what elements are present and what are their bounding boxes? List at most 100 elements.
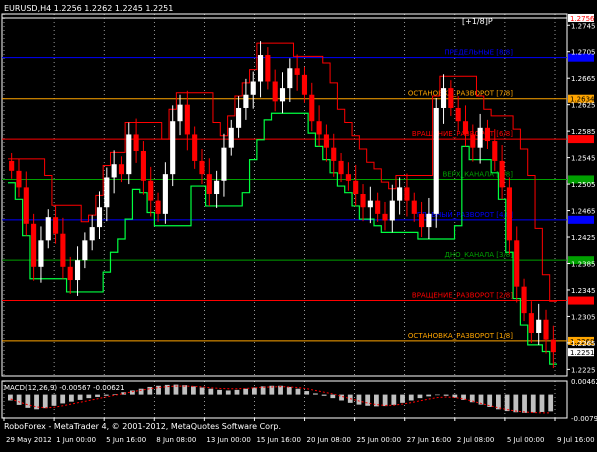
bear-candle [455, 107, 461, 122]
bear-candle [375, 200, 381, 214]
bear-candle [9, 160, 15, 171]
macd-bar [138, 388, 144, 395]
macd-bar [86, 394, 92, 399]
y-tick-label: 1.2465 [571, 208, 596, 216]
x-tick-label: 20 Jun 08:00 [307, 436, 351, 444]
y-tick-label: 1.2665 [571, 75, 596, 83]
macd-bar [77, 394, 83, 400]
bull-candle [82, 240, 88, 261]
bear-candle [382, 213, 388, 221]
chart-window[interactable]: 1.2756 ПРЕДЕЛЬНЫЕ [8/8] 1.2696 ОСТАНОВКА_РА… [0, 0, 597, 448]
bull-candle [177, 104, 183, 122]
murrey-level-label: ОСТАНОВКА_РАЗВОРОТ [7/8] [408, 90, 513, 98]
macd-bar [426, 394, 432, 397]
bear-candle [118, 164, 125, 175]
macd-bar [504, 394, 510, 412]
macd-bar [103, 394, 109, 396]
macd-bar [522, 394, 527, 413]
bear-candle [492, 141, 498, 161]
bear-candle [506, 187, 512, 241]
macd-bar [400, 394, 405, 403]
macd-panel: MACD(12,26,9) -0.00567 -0.00621 0.00462 -0… [4, 378, 597, 423]
macd-bar [513, 394, 519, 413]
bear-candle [528, 313, 534, 333]
bear-candle [184, 104, 190, 135]
macd-bar [365, 394, 371, 406]
bear-candle [514, 240, 520, 287]
bull-candle [74, 260, 81, 281]
macd-bar [539, 394, 545, 412]
macd-bar [417, 394, 423, 399]
y-tick-label: 1.2705 [571, 49, 596, 57]
mm-tag: [+1/8]P [462, 17, 493, 26]
macd-bar [286, 386, 292, 395]
bull-candle [89, 227, 95, 241]
bear-candle [345, 174, 351, 181]
bull-candle [228, 127, 234, 148]
macd-bar [42, 394, 48, 409]
macd-bar [391, 394, 397, 405]
macd-bar [330, 394, 336, 399]
bull-candle [96, 207, 103, 228]
bear-candle [470, 134, 476, 148]
murrey-level-label: ОСТАНОВКА_РАЗВОРОТ [1/8] [408, 332, 513, 340]
last-price-label: 1.2251 [570, 349, 595, 357]
bear-candle [148, 180, 154, 201]
bull-candle [111, 164, 117, 178]
y-tick-label: 1.2425 [571, 234, 596, 242]
bear-candle [31, 223, 37, 267]
bear-candle [484, 127, 491, 142]
x-tick-label: 8 Jun 08:00 [156, 436, 196, 444]
macd-bar [60, 394, 66, 404]
price-chart[interactable]: 1.2756ПРЕДЕЛЬНЫЕ [8/8]1.2696ОСТАНОВКА_РА… [0, 0, 597, 448]
bear-candle [419, 213, 425, 228]
macd-bar [217, 389, 222, 395]
x-tick-label: 27 Jun 16:00 [407, 436, 451, 444]
y-tick-label: 1.2625 [571, 102, 596, 110]
macd-bar [69, 394, 74, 402]
bear-candle [206, 174, 212, 195]
macd-bar [304, 391, 310, 395]
macd-bar [435, 394, 440, 396]
bull-candle [477, 127, 483, 148]
bull-candle [440, 88, 447, 108]
bear-candle [353, 180, 359, 195]
bear-candle [309, 94, 315, 122]
bull-candle [170, 121, 176, 175]
bull-candle [389, 200, 395, 221]
macd-bar [295, 388, 301, 395]
bear-candle [462, 121, 469, 135]
bull-candle [162, 174, 168, 214]
x-tick-label: 9 Jul 16:00 [557, 436, 595, 444]
y-tick-label: 1.2265 [571, 340, 596, 348]
bear-candle [301, 74, 308, 95]
bear-candle [155, 200, 161, 214]
bear-candle [16, 170, 22, 188]
price-badge-label: 1.2451 [570, 217, 595, 225]
macd-bar [443, 394, 449, 396]
x-tick-label: 15 Jun 16:00 [256, 436, 300, 444]
murrey-levels: 1.2756ПРЕДЕЛЬНЫЕ [8/8]1.2696ОСТАНОВКА_РА… [2, 13, 595, 357]
macd-bar [313, 393, 318, 395]
macd-y-tick-label: 0.00462 [571, 378, 597, 386]
bull-candle [214, 180, 220, 195]
bear-candle [316, 121, 322, 135]
bull-candle [45, 217, 51, 241]
bull-candle [257, 55, 264, 82]
bear-candle [199, 160, 205, 175]
bear-candle [331, 147, 337, 161]
bear-candle [338, 160, 344, 175]
murrey-level-label: ВРАЩЕНИЕ_РАЗВОРОТ [2/8] [412, 292, 513, 300]
bull-candle [397, 187, 403, 201]
bear-candle [140, 150, 146, 181]
y-tick-label: 1.2585 [571, 128, 596, 136]
macd-bar [95, 394, 100, 397]
macd-bar [321, 394, 327, 396]
bear-candle [543, 319, 549, 340]
bull-candle [287, 68, 293, 89]
x-tick-label: 13 Jun 00:00 [206, 436, 250, 444]
bull-candle [126, 134, 132, 175]
bear-candle [23, 187, 29, 224]
x-tick-label: 5 Jun 16:00 [106, 436, 146, 444]
y-tick-label: 1.2225 [571, 366, 596, 374]
